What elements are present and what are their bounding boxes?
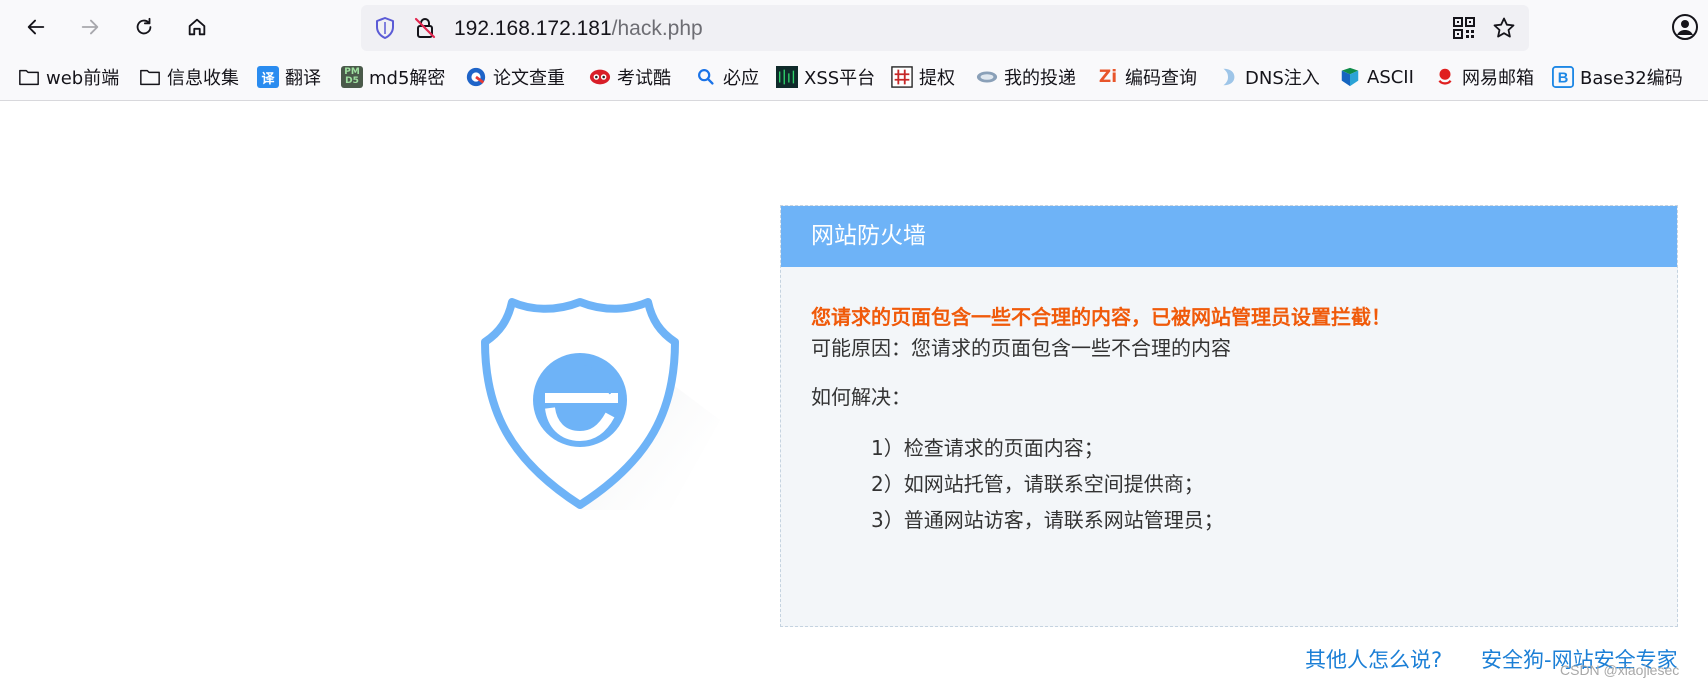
bookmark-label: Base32编码 — [1580, 68, 1683, 89]
bookmark-label: 必应 — [723, 68, 759, 89]
bookmark-privesc[interactable]: 提权 — [891, 64, 955, 90]
waf-panel: 网站防火墙 您请求的页面包含一些不合理的内容，已被网站管理员设置拦截！ 可能原因… — [780, 205, 1678, 627]
back-icon — [27, 19, 45, 35]
folder-icon — [139, 66, 161, 88]
dns-icon — [1217, 66, 1239, 88]
insecure-lock-icon[interactable] — [413, 16, 437, 40]
svg-text:B: B — [1558, 71, 1569, 87]
bookmark-ascii[interactable]: ASCII — [1339, 64, 1414, 90]
bookmark-label: md5解密 — [369, 68, 446, 89]
tracking-protection-icon[interactable] — [373, 16, 397, 40]
how-to-resolve: 如何解决： — [811, 385, 911, 409]
account-button[interactable] — [1669, 11, 1701, 43]
browser-toolbar: 192.168.172.181/hack.php — [0, 0, 1708, 54]
back-button[interactable] — [18, 9, 54, 45]
bookmark-examcoo[interactable]: 考试酷 — [589, 64, 671, 90]
pmd5-icon: PM D5 — [341, 66, 363, 88]
forward-icon — [81, 19, 99, 35]
home-button[interactable] — [179, 9, 215, 45]
translate-icon: 译 — [257, 66, 279, 88]
delivery-icon — [976, 66, 998, 88]
url-host: 192.168.172.181 — [454, 17, 612, 40]
forward-button[interactable] — [72, 9, 108, 45]
resolve-step-1: 1）检查请求的页面内容； — [871, 436, 1104, 460]
bing-search-icon — [695, 66, 717, 88]
hash-icon — [891, 66, 913, 88]
bookmark-netease[interactable]: 网易邮箱 — [1434, 64, 1534, 90]
bookmark-label: 翻译 — [285, 68, 321, 89]
base32-icon: B — [1552, 66, 1574, 88]
bookmark-bing[interactable]: 必应 — [695, 64, 759, 90]
safedog-shield-logo — [470, 290, 770, 510]
bookmark-label: 编码查询 — [1125, 68, 1197, 89]
bookmark-folder-info[interactable]: 信息收集 — [139, 64, 239, 90]
url-text[interactable]: 192.168.172.181/hack.php — [454, 17, 703, 41]
xss-icon — [776, 66, 798, 88]
url-bar[interactable]: 192.168.172.181/hack.php — [361, 5, 1529, 51]
bookmark-label: ASCII — [1367, 66, 1414, 88]
url-path: /hack.php — [611, 17, 703, 40]
resolve-step-2: 2）如网站托管，请联系空间提供商； — [871, 472, 1204, 496]
others-say-link[interactable]: 其他人怎么说? — [1305, 644, 1442, 674]
bookmark-base32[interactable]: B Base32编码 — [1552, 64, 1683, 90]
reload-icon — [136, 17, 152, 35]
home-icon — [188, 18, 206, 36]
bookmarks-bar: web前端 信息收集 译 翻译 PM D5 md5解密 论文查重 考试酷 必应 X… — [0, 54, 1708, 101]
zi-icon: Zi — [1098, 67, 1118, 87]
bookmark-xss[interactable]: XSS平台 — [776, 64, 875, 90]
bookmark-md5[interactable]: PM D5 md5解密 — [341, 64, 445, 90]
bookmark-label: XSS平台 — [804, 68, 876, 89]
csdn-watermark: CSDN @xiaojiesec — [1560, 662, 1680, 678]
possible-reason: 可能原因：您请求的页面包含一些不合理的内容 — [811, 336, 1231, 360]
ascii-icon — [1339, 66, 1361, 88]
bookmark-label: web前端 — [46, 68, 120, 89]
bookmark-label: 信息收集 — [167, 68, 239, 89]
bookmark-label: 提权 — [919, 68, 955, 89]
qr-code-icon[interactable] — [1452, 16, 1476, 40]
bookmark-label: 论文查重 — [493, 68, 565, 89]
bookmark-label: 网易邮箱 — [1462, 68, 1534, 89]
resolve-step-3: 3）普通网站访客，请联系网站管理员； — [871, 508, 1224, 532]
folder-icon — [18, 66, 40, 88]
bookmark-folder-web[interactable]: web前端 — [18, 64, 119, 90]
examcoo-icon — [589, 66, 611, 88]
account-icon — [1672, 14, 1698, 40]
bookmark-encoding[interactable]: Zi 编码查询 — [1097, 64, 1197, 90]
bookmark-dns[interactable]: DNS注入 — [1217, 64, 1320, 90]
bookmark-translate[interactable]: 译 翻译 — [257, 64, 321, 90]
bookmark-star-icon[interactable] — [1492, 16, 1516, 40]
panel-title: 网站防火墙 — [781, 206, 1677, 267]
bookmark-label: 我的投递 — [1004, 68, 1076, 89]
paper-check-icon — [465, 66, 487, 88]
reload-button[interactable] — [126, 9, 162, 45]
bookmark-paper-check[interactable]: 论文查重 — [465, 64, 565, 90]
bookmark-label: DNS注入 — [1245, 68, 1320, 89]
bookmark-label: 考试酷 — [617, 68, 671, 89]
netease-mail-icon — [1434, 66, 1456, 88]
block-warning: 您请求的页面包含一些不合理的内容，已被网站管理员设置拦截！ — [811, 305, 1391, 329]
bookmark-delivery[interactable]: 我的投递 — [976, 64, 1076, 90]
